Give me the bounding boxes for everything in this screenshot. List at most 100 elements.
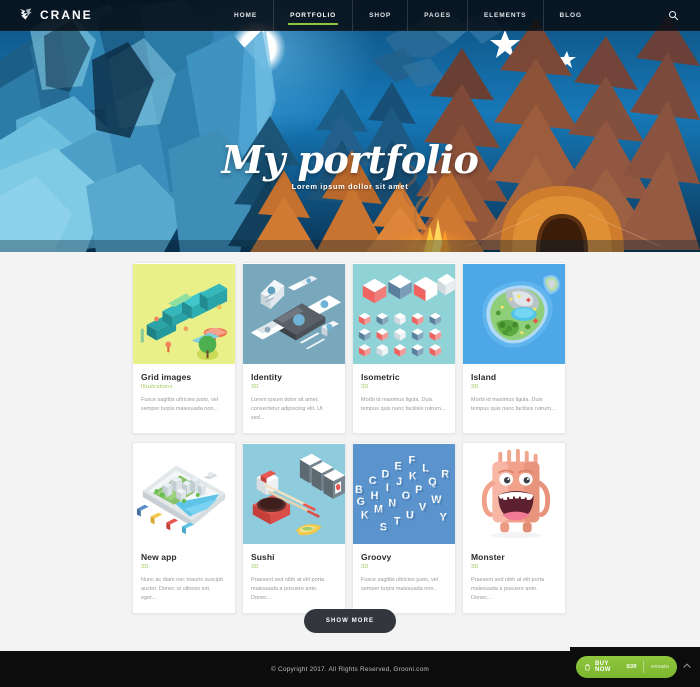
- card-thumbnail[interactable]: [243, 263, 345, 365]
- monster-character-illustration: [463, 443, 565, 545]
- card-title: Island: [471, 372, 497, 382]
- nav-label: PAGES: [424, 11, 451, 19]
- show-more-wrapper: SHOW MORE: [0, 609, 700, 633]
- card-category: 3D: [361, 384, 369, 390]
- card-category: 3D: [361, 564, 369, 570]
- nav-item-shop[interactable]: SHOP: [353, 0, 409, 31]
- card-category: 3D: [471, 564, 479, 570]
- chevron-up-icon: [683, 663, 691, 668]
- svg-text:Q: Q: [430, 478, 438, 490]
- isometric-stationery-illustration: [243, 263, 345, 365]
- show-more-button[interactable]: SHOW MORE: [303, 609, 397, 633]
- card-title: Groovy: [361, 552, 392, 562]
- nav-label: BLOG: [559, 11, 582, 19]
- nav-label: PORTFOLIO: [290, 11, 337, 19]
- portfolio-card[interactable]: Identity 3D Lorem ipsum dolor sit amet, …: [242, 262, 346, 434]
- isometric-city-phone-illustration: [133, 443, 235, 545]
- hero-caption: My portfolio Lorem ipsum dollor sit amet: [0, 140, 700, 192]
- portfolio-card[interactable]: B C D E F G H I J K L K M N O P Q R S T …: [352, 442, 456, 614]
- buy-now-label: BUY NOW: [594, 661, 611, 673]
- svg-text:V: V: [421, 504, 429, 516]
- svg-text:T: T: [396, 517, 403, 529]
- svg-text:R: R: [443, 470, 451, 482]
- card-description: Nunc ac diam nec mauris suscipit auctor.…: [141, 577, 223, 601]
- hero-banner: My portfolio Lorem ipsum dollor sit amet: [0, 0, 700, 252]
- card-category: 3D: [141, 564, 149, 570]
- card-thumbnail[interactable]: [353, 263, 455, 365]
- nav-item-blog[interactable]: BLOG: [544, 0, 598, 31]
- card-title: Grid images: [141, 372, 192, 382]
- card-description: Morbi id maximus ligula. Duis tempus qui…: [471, 397, 556, 412]
- isometric-island-illustration: [463, 263, 565, 365]
- svg-text:E: E: [396, 462, 403, 474]
- portfolio-card[interactable]: Isometric 3D Morbi id maximus ligula. Du…: [352, 262, 456, 434]
- nav-item-pages[interactable]: PAGES: [408, 0, 468, 31]
- card-title: Monster: [471, 552, 505, 562]
- card-title: Isometric: [361, 372, 400, 382]
- buy-now-price: $39: [626, 664, 637, 670]
- card-category: 3D: [251, 384, 259, 390]
- svg-text:M: M: [376, 506, 385, 518]
- card-thumbnail[interactable]: [133, 443, 235, 545]
- card-category: 3D: [471, 384, 479, 390]
- main-content: Grid images Illustrations Fusce sagittis…: [0, 252, 700, 651]
- main-navigation: HOME PORTFOLIO SHOP PAGES ELEMENTS BLOG: [218, 0, 598, 31]
- svg-text:Y: Y: [442, 513, 449, 525]
- svg-text:U: U: [408, 511, 416, 523]
- portfolio-card[interactable]: Monster 3D Praesent sed nibh at elit por…: [462, 442, 566, 614]
- card-thumbnail[interactable]: [463, 443, 565, 545]
- crane-bird-icon: [20, 8, 32, 20]
- marketplace-label: envato: [651, 664, 669, 670]
- nav-label: ELEMENTS: [483, 11, 527, 19]
- svg-text:S: S: [382, 523, 389, 535]
- card-body: Groovy 3D Fusce sagittis ultricies justo…: [353, 545, 455, 604]
- card-thumbnail[interactable]: [243, 443, 345, 545]
- card-thumbnail[interactable]: [133, 263, 235, 365]
- svg-text:H: H: [373, 492, 381, 504]
- page-root: My portfolio Lorem ipsum dollor sit amet…: [0, 0, 700, 687]
- nav-label: HOME: [234, 11, 258, 19]
- portfolio-card[interactable]: New app 3D Nunc ac diam nec mauris susci…: [132, 442, 236, 614]
- isometric-alphabet-illustration: B C D E F G H I J K L K M N O P Q R S T …: [353, 443, 455, 545]
- card-description: Praesent sed nibh at elit porta malesuad…: [251, 577, 325, 601]
- svg-text:B: B: [357, 486, 365, 498]
- envato-buy-bar: BUY NOW $39 envato: [570, 647, 700, 687]
- portfolio-grid: Grid images Illustrations Fusce sagittis…: [132, 262, 572, 622]
- svg-text:D: D: [383, 470, 391, 482]
- search-button[interactable]: [666, 8, 680, 22]
- card-body: Grid images Illustrations Fusce sagittis…: [133, 365, 235, 424]
- isometric-sushi-illustration: [243, 443, 345, 545]
- nav-item-elements[interactable]: ELEMENTS: [468, 0, 544, 31]
- svg-text:J: J: [398, 478, 404, 490]
- card-body: New app 3D Nunc ac diam nec mauris susci…: [133, 545, 235, 613]
- collapse-buy-bar-button[interactable]: [682, 658, 692, 676]
- svg-text:F: F: [411, 457, 418, 469]
- portfolio-card[interactable]: Grid images Illustrations Fusce sagittis…: [132, 262, 236, 434]
- card-description: Lorem ipsum dolor sit amet, consectetur …: [251, 397, 323, 421]
- card-title: Sushi: [251, 552, 275, 562]
- nav-item-portfolio[interactable]: PORTFOLIO: [274, 0, 354, 31]
- card-title: New app: [141, 552, 177, 562]
- portfolio-card[interactable]: Sushi 3D Praesent sed nibh at elit porta…: [242, 442, 346, 614]
- nav-item-home[interactable]: HOME: [218, 0, 275, 31]
- svg-text:G: G: [359, 498, 367, 510]
- nav-label: SHOP: [369, 11, 392, 19]
- svg-text:O: O: [404, 492, 412, 504]
- card-thumbnail[interactable]: [463, 263, 565, 365]
- svg-text:W: W: [433, 496, 444, 508]
- buy-now-button[interactable]: BUY NOW $39 envato: [576, 656, 677, 678]
- card-title: Identity: [251, 372, 283, 382]
- copyright-text: © Copyright 2017. All Rights Reserved, G…: [270, 665, 430, 673]
- card-body: Isometric 3D Morbi id maximus ligula. Du…: [353, 365, 455, 424]
- hero-illustration: [0, 0, 700, 252]
- logo-text: CRANE: [40, 8, 93, 22]
- svg-text:P: P: [417, 486, 424, 498]
- svg-text:C: C: [371, 477, 379, 489]
- logo[interactable]: CRANE: [18, 7, 178, 23]
- isometric-cubes-illustration: [353, 263, 455, 365]
- svg-text:L: L: [424, 464, 431, 476]
- portfolio-card[interactable]: Island 3D Morbi id maximus ligula. Duis …: [462, 262, 566, 434]
- isometric-sun-letters-illustration: [133, 263, 235, 365]
- card-description: Fusce sagittis ultricies justo, vel semp…: [361, 577, 439, 592]
- card-thumbnail[interactable]: B C D E F G H I J K L K M N O P Q R S T …: [353, 443, 455, 545]
